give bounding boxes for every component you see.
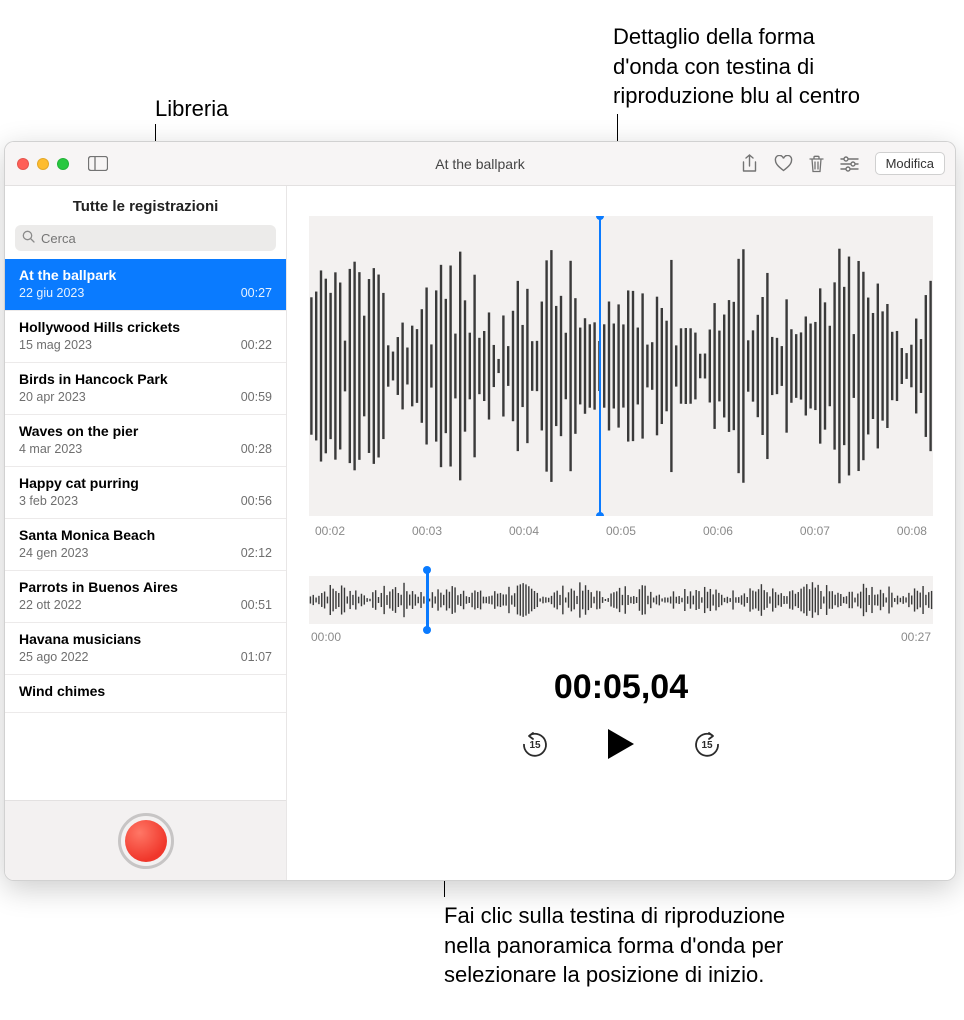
overview-graphic [309, 576, 933, 624]
list-item[interactable]: Havana musicians 25 ago 2022 01:07 [5, 623, 286, 675]
recording-duration: 00:51 [241, 598, 272, 612]
record-footer [5, 800, 286, 880]
ruler-tick: 00:04 [509, 524, 539, 538]
minimize-button[interactable] [37, 158, 49, 170]
ruler-tick: 00:06 [703, 524, 733, 538]
close-button[interactable] [17, 158, 29, 170]
ruler-tick: 00:07 [800, 524, 830, 538]
list-item[interactable]: Santa Monica Beach 24 gen 2023 02:12 [5, 519, 286, 571]
recording-duration: 00:56 [241, 494, 272, 508]
edit-button[interactable]: Modifica [875, 152, 945, 175]
playhead[interactable] [599, 216, 601, 516]
window-controls [17, 158, 69, 170]
svg-text:15: 15 [701, 740, 713, 751]
recording-date: 3 feb 2023 [19, 494, 78, 508]
main-area: 00:02 00:03 00:04 00:05 00:06 00:07 00:08 00:0… [287, 186, 955, 880]
list-item[interactable]: Waves on the pier 4 mar 2023 00:28 [5, 415, 286, 467]
recording-date: 24 gen 2023 [19, 546, 89, 560]
sidebar: Tutte le registrazioni At the ballpark 2… [5, 186, 287, 880]
search-icon [22, 230, 35, 246]
skip-forward-button[interactable]: 15 [690, 727, 724, 766]
share-icon [741, 154, 758, 174]
delete-button[interactable] [809, 155, 824, 173]
recording-title: Wind chimes [19, 683, 272, 699]
recording-date: 25 ago 2022 [19, 650, 89, 664]
recording-date: 22 ott 2022 [19, 598, 82, 612]
sidebar-icon [88, 156, 108, 171]
svg-text:15: 15 [529, 740, 541, 751]
recording-duration: 00:22 [241, 338, 272, 352]
record-button[interactable] [118, 813, 174, 869]
sliders-icon [840, 156, 859, 172]
recording-title: Havana musicians [19, 631, 272, 647]
settings-button[interactable] [840, 156, 859, 172]
recording-title: Parrots in Buenos Aires [19, 579, 272, 595]
recording-title: Santa Monica Beach [19, 527, 272, 543]
list-item[interactable]: Wind chimes [5, 675, 286, 713]
overview-playhead[interactable] [426, 570, 429, 630]
sidebar-toggle-button[interactable] [87, 156, 109, 172]
app-window: At the ballpark Modifica Tutte le regist… [4, 141, 956, 881]
list-item[interactable]: At the ballpark 22 giu 2023 00:27 [5, 259, 286, 311]
recording-list: At the ballpark 22 giu 2023 00:27 Hollywoo… [5, 259, 286, 800]
waveform-graphic [309, 216, 933, 516]
recording-duration: 01:07 [241, 650, 272, 664]
list-item[interactable]: Happy cat purring 3 feb 2023 00:56 [5, 467, 286, 519]
titlebar: At the ballpark Modifica [5, 142, 955, 186]
ruler-tick: 00:08 [897, 524, 927, 538]
current-time: 00:05,04 [309, 668, 933, 707]
trash-icon [809, 155, 824, 173]
waveform-overview[interactable] [309, 576, 933, 624]
recording-duration: 00:28 [241, 442, 272, 456]
recording-title: At the ballpark [19, 267, 272, 283]
play-icon [606, 727, 636, 761]
favorite-button[interactable] [774, 155, 793, 172]
search-input[interactable] [15, 225, 276, 251]
zoom-button[interactable] [57, 158, 69, 170]
callout-library: Libreria [155, 94, 228, 124]
recording-date: 15 mag 2023 [19, 338, 92, 352]
heart-icon [774, 155, 793, 172]
ruler-tick: 00:05 [606, 524, 636, 538]
time-ruler: 00:02 00:03 00:04 00:05 00:06 00:07 00:08 [309, 516, 933, 538]
ruler-tick: 00:03 [412, 524, 442, 538]
recording-date: 20 apr 2023 [19, 390, 86, 404]
skip-back-icon: 15 [518, 727, 552, 761]
callout-waveform-detail: Dettaglio della forma d'onda con testina… [613, 22, 953, 111]
window-title: At the ballpark [435, 156, 525, 172]
list-item[interactable]: Birds in Hancock Park 20 apr 2023 00:59 [5, 363, 286, 415]
record-dot-icon [125, 820, 167, 862]
skip-back-button[interactable]: 15 [518, 727, 552, 766]
recording-duration: 00:59 [241, 390, 272, 404]
share-button[interactable] [741, 154, 758, 174]
recording-date: 22 giu 2023 [19, 286, 84, 300]
recording-title: Happy cat purring [19, 475, 272, 491]
recording-title: Birds in Hancock Park [19, 371, 272, 387]
play-button[interactable] [606, 727, 636, 766]
overview-start-label: 00:00 [311, 630, 341, 644]
callout-overview: Fai clic sulla testina di riproduzione n… [444, 901, 944, 990]
waveform-detail[interactable] [309, 216, 933, 516]
recording-duration: 02:12 [241, 546, 272, 560]
list-item[interactable]: Parrots in Buenos Aires 22 ott 2022 00:51 [5, 571, 286, 623]
sidebar-title: Tutte le registrazioni [5, 186, 286, 225]
ruler-tick: 00:02 [315, 524, 345, 538]
playback-controls: 15 15 [309, 727, 933, 766]
recording-duration: 00:27 [241, 286, 272, 300]
recording-title: Waves on the pier [19, 423, 272, 439]
list-item[interactable]: Hollywood Hills crickets 15 mag 2023 00:2… [5, 311, 286, 363]
recording-date: 4 mar 2023 [19, 442, 82, 456]
recording-title: Hollywood Hills crickets [19, 319, 272, 335]
skip-forward-icon: 15 [690, 727, 724, 761]
overview-end-label: 00:27 [901, 630, 931, 644]
